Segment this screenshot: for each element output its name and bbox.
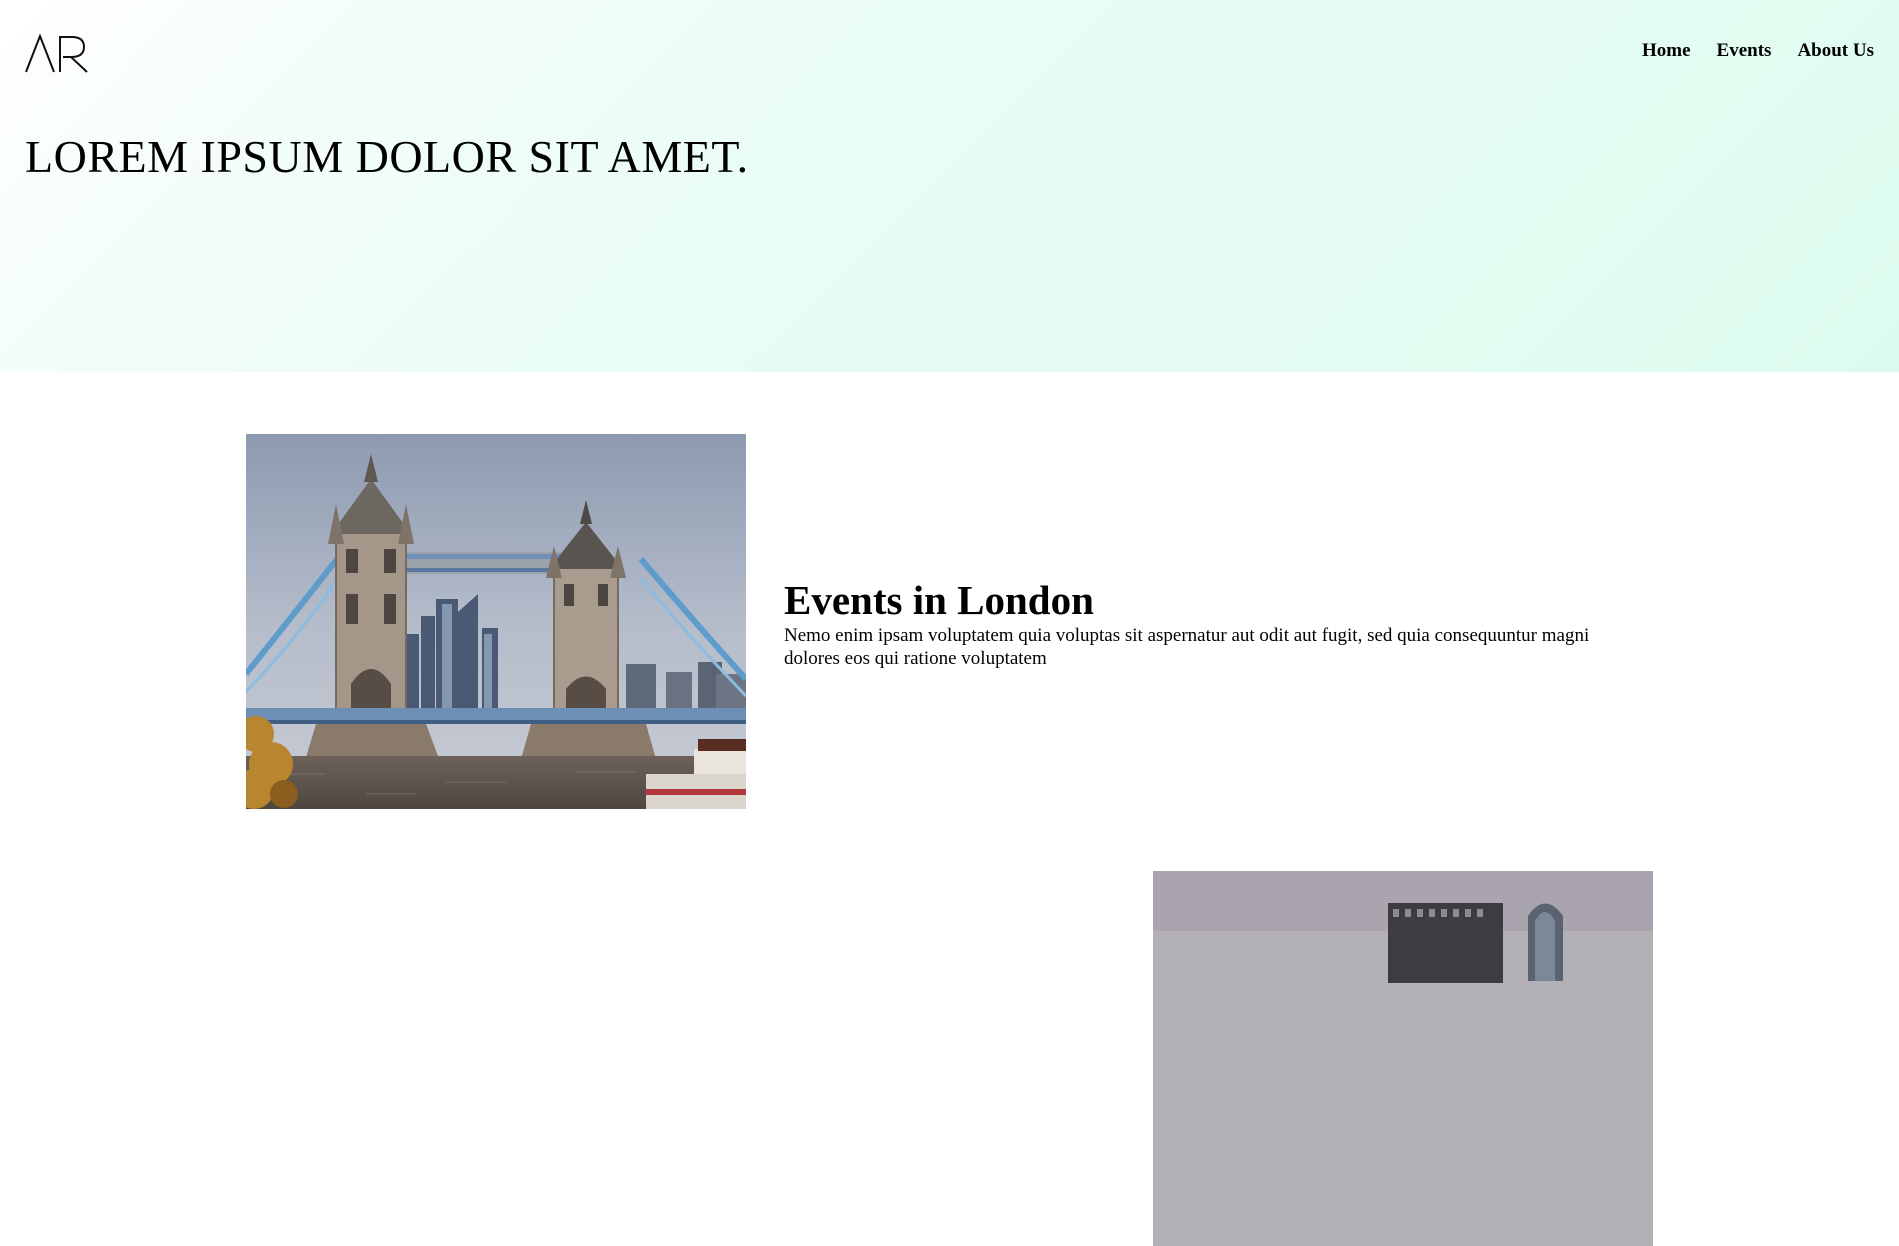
event-description: Nemo enim ipsam voluptatem quia voluptas…: [784, 625, 1590, 669]
ar-logo[interactable]: [24, 34, 90, 74]
event-image-city: [1153, 871, 1653, 1246]
nav-events-link[interactable]: Events: [1717, 40, 1772, 62]
nav-home-link[interactable]: Home: [1642, 40, 1691, 62]
event-image-london: [246, 434, 746, 809]
event-title: Events in London: [784, 577, 1094, 623]
city-skyline-photo: [1153, 871, 1653, 1246]
main-nav: Home Events About Us: [1642, 40, 1874, 62]
tower-bridge-photo: [246, 434, 746, 809]
nav-about-link[interactable]: About Us: [1797, 40, 1874, 62]
event-london-text: Events in London Nemo enim ipsam volupta…: [784, 576, 1644, 670]
hero-section: Home Events About Us LOREM IPSUM DOLOR S…: [0, 0, 1899, 372]
hero-title: LOREM IPSUM DOLOR SIT AMET.: [25, 131, 749, 182]
